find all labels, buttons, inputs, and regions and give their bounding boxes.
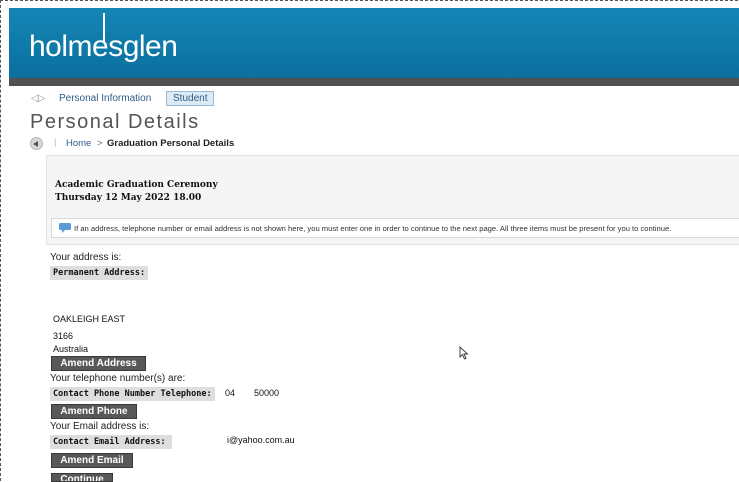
email-value: i@yahoo.com.au: [227, 435, 295, 445]
address-postcode: 3166: [53, 331, 74, 341]
site-header: holmesglen: [9, 8, 739, 78]
continue-button[interactable]: Continue: [51, 473, 113, 482]
notice-box: If an address, telephone number or email…: [51, 218, 739, 238]
info-icon: [59, 223, 71, 233]
breadcrumb-home-link[interactable]: Home: [66, 138, 91, 149]
ceremony-title: Academic Graduation Ceremony: [55, 180, 218, 190]
ceremony-card: Academic Graduation Ceremony Thursday 12…: [46, 155, 739, 245]
mouse-cursor-icon: [459, 346, 469, 360]
back-arrow-icon[interactable]: [30, 137, 43, 150]
breadcrumb-separator: >: [97, 138, 103, 149]
contact-phone-label: Contact Phone Number Telephone:: [50, 387, 215, 401]
email-intro: Your Email address is:: [50, 421, 150, 432]
redacted-street: [48, 285, 114, 300]
breadcrumb-divider: |: [54, 137, 57, 148]
tab-student[interactable]: Student: [166, 91, 215, 106]
phone-value-prefix: 04: [225, 388, 236, 398]
address-intro: Your address is:: [50, 252, 122, 263]
amend-phone-button[interactable]: Amend Phone: [51, 404, 137, 419]
tab-personal-information[interactable]: Personal Information: [59, 93, 151, 104]
tab-scroll-arrows-icon[interactable]: ◁▷: [31, 93, 45, 104]
address-country: Australia: [53, 344, 89, 354]
address-suburb: OAKLEIGH EAST: [53, 314, 126, 324]
ceremony-date: Thursday 12 May 2022 18.00: [55, 193, 202, 203]
amend-email-button[interactable]: Amend Email: [51, 453, 133, 468]
notice-text: If an address, telephone number or email…: [74, 224, 672, 233]
phone-intro: Your telephone number(s) are:: [50, 373, 186, 384]
amend-address-button[interactable]: Amend Address: [51, 356, 146, 371]
breadcrumb-current: Graduation Personal Details: [107, 138, 235, 149]
contact-email-label: Contact Email Address:: [50, 435, 172, 449]
permanent-address-label: Permanent Address:: [50, 266, 149, 280]
page-title: Personal Details: [30, 111, 200, 133]
logo-mark: [103, 13, 105, 43]
phone-value-suffix: 50000: [254, 388, 280, 398]
header-divider: [9, 78, 739, 86]
